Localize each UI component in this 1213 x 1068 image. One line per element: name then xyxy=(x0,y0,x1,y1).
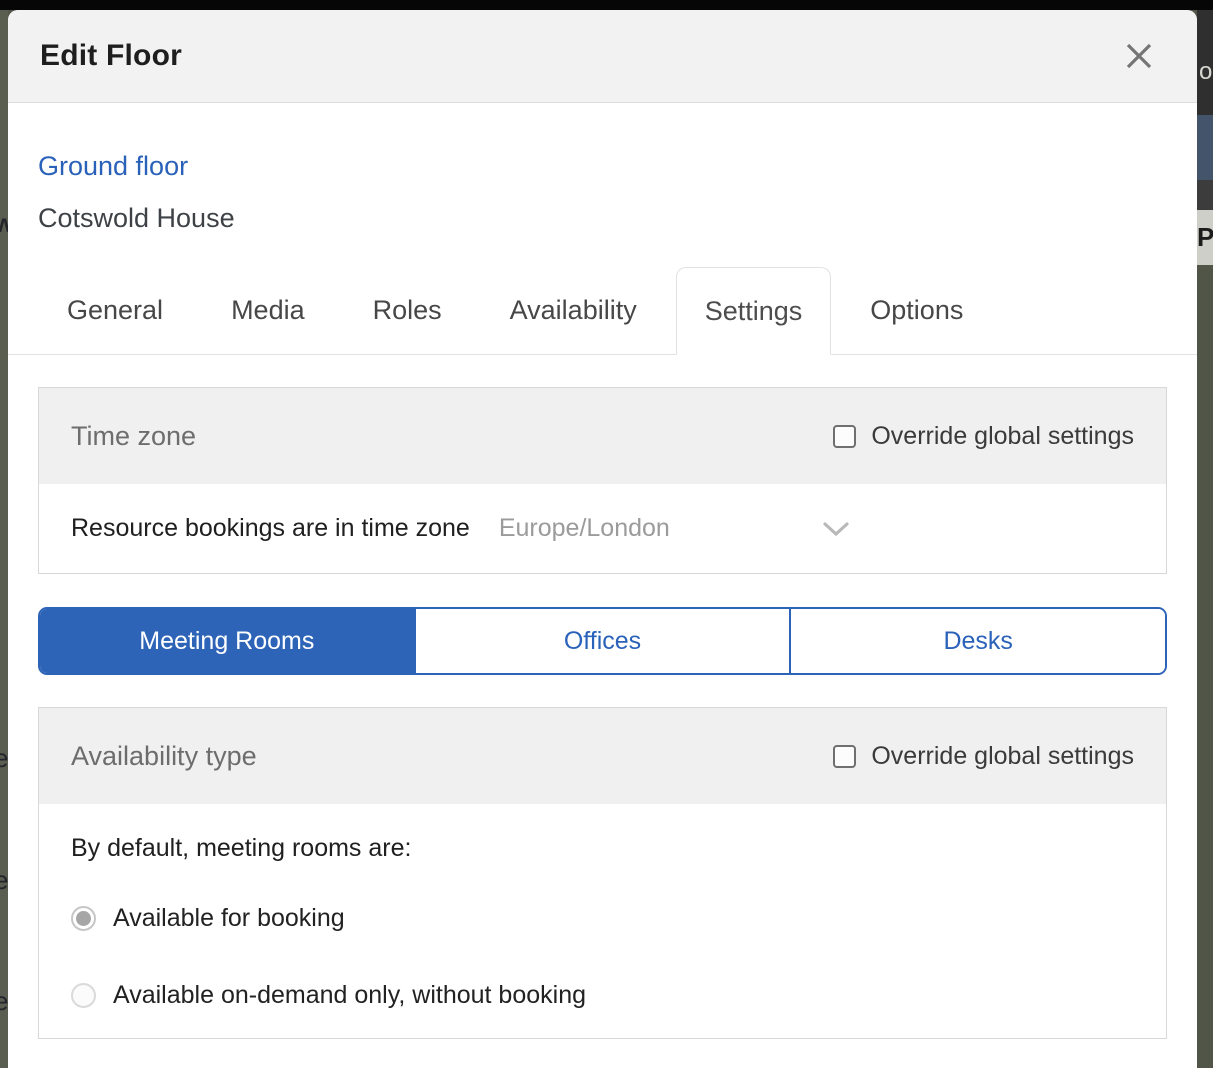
availability-card-header: Availability type Override global settin… xyxy=(39,708,1166,804)
availability-type-card: Availability type Override global settin… xyxy=(38,707,1167,1039)
timezone-override-checkbox[interactable] xyxy=(833,424,857,448)
building-name: Cotswold House xyxy=(38,203,235,233)
backdrop-text-fragment: e xyxy=(0,865,8,895)
backdrop-text-fragment: o xyxy=(1199,58,1213,85)
backdrop-left-strip: w i e e e : xyxy=(0,10,8,1068)
radio-button-selected[interactable] xyxy=(71,906,96,931)
backdrop-top-strip xyxy=(0,0,1213,10)
tab-roles[interactable]: Roles xyxy=(344,267,471,354)
timezone-row: Resource bookings are in time zone Europ… xyxy=(39,484,1166,573)
radio-option-on-demand-only[interactable]: Available on-demand only, without bookin… xyxy=(71,981,1134,1010)
dialog-header: Edit Floor xyxy=(8,10,1197,103)
radio-label: Available on-demand only, without bookin… xyxy=(113,981,586,1009)
segment-desks[interactable]: Desks xyxy=(789,609,1165,673)
close-icon xyxy=(1126,43,1152,69)
availability-card-body: By default, meeting rooms are: Available… xyxy=(39,804,1166,1038)
radio-label: Available for booking xyxy=(113,904,345,932)
dialog-title: Edit Floor xyxy=(40,39,182,72)
timezone-selected-value: Europe/London xyxy=(498,514,670,542)
radio-option-available-for-booking[interactable]: Available for booking xyxy=(71,904,1134,933)
availability-override-control[interactable]: Override global settings xyxy=(833,742,1134,771)
edit-floor-dialog: Edit Floor Ground floor Cotswold House G… xyxy=(8,10,1197,1068)
backdrop-text-fragment: e xyxy=(0,743,8,773)
tab-media[interactable]: Media xyxy=(202,267,334,354)
segment-meeting-rooms[interactable]: Meeting Rooms xyxy=(40,609,414,673)
tab-general[interactable]: General xyxy=(38,267,192,354)
dialog-body: Ground floor Cotswold House General Medi… xyxy=(8,151,1197,1039)
timezone-select[interactable]: Europe/London xyxy=(499,514,851,543)
segment-offices[interactable]: Offices xyxy=(413,609,790,673)
availability-card-title: Availability type xyxy=(71,740,257,771)
timezone-row-label: Resource bookings are in time zone xyxy=(71,514,470,542)
backdrop-text-fragment: P xyxy=(1197,210,1213,265)
timezone-card-header: Time zone Override global settings xyxy=(39,388,1166,484)
dialog-tabs: General Media Roles Availability Setting… xyxy=(8,267,1197,355)
backdrop-text-fragment: w xyxy=(0,208,8,239)
resource-type-segmented-control: Meeting Rooms Offices Desks xyxy=(38,607,1167,675)
radio-button-unselected[interactable] xyxy=(71,983,96,1008)
availability-override-checkbox[interactable] xyxy=(833,744,857,768)
chevron-down-icon xyxy=(821,519,851,539)
timezone-card-title: Time zone xyxy=(71,420,197,451)
timezone-override-control[interactable]: Override global settings xyxy=(833,422,1134,451)
availability-prompt: By default, meeting rooms are: xyxy=(71,834,412,862)
backdrop-band xyxy=(1197,115,1213,180)
close-button[interactable] xyxy=(1117,34,1161,78)
availability-override-label: Override global settings xyxy=(871,741,1134,770)
timezone-card: Time zone Override global settings Resou… xyxy=(38,387,1167,574)
backdrop-text-fragment: e xyxy=(0,986,8,1016)
backdrop-band xyxy=(1197,180,1213,210)
floor-name-link[interactable]: Ground floor xyxy=(38,151,188,182)
timezone-override-label: Override global settings xyxy=(871,421,1134,450)
tab-options[interactable]: Options xyxy=(841,267,992,354)
backdrop-right-strip: P o xyxy=(1197,10,1213,1068)
tab-availability[interactable]: Availability xyxy=(481,267,666,354)
backdrop-text-fragment: : xyxy=(0,1048,1,1068)
tab-settings[interactable]: Settings xyxy=(675,267,832,355)
